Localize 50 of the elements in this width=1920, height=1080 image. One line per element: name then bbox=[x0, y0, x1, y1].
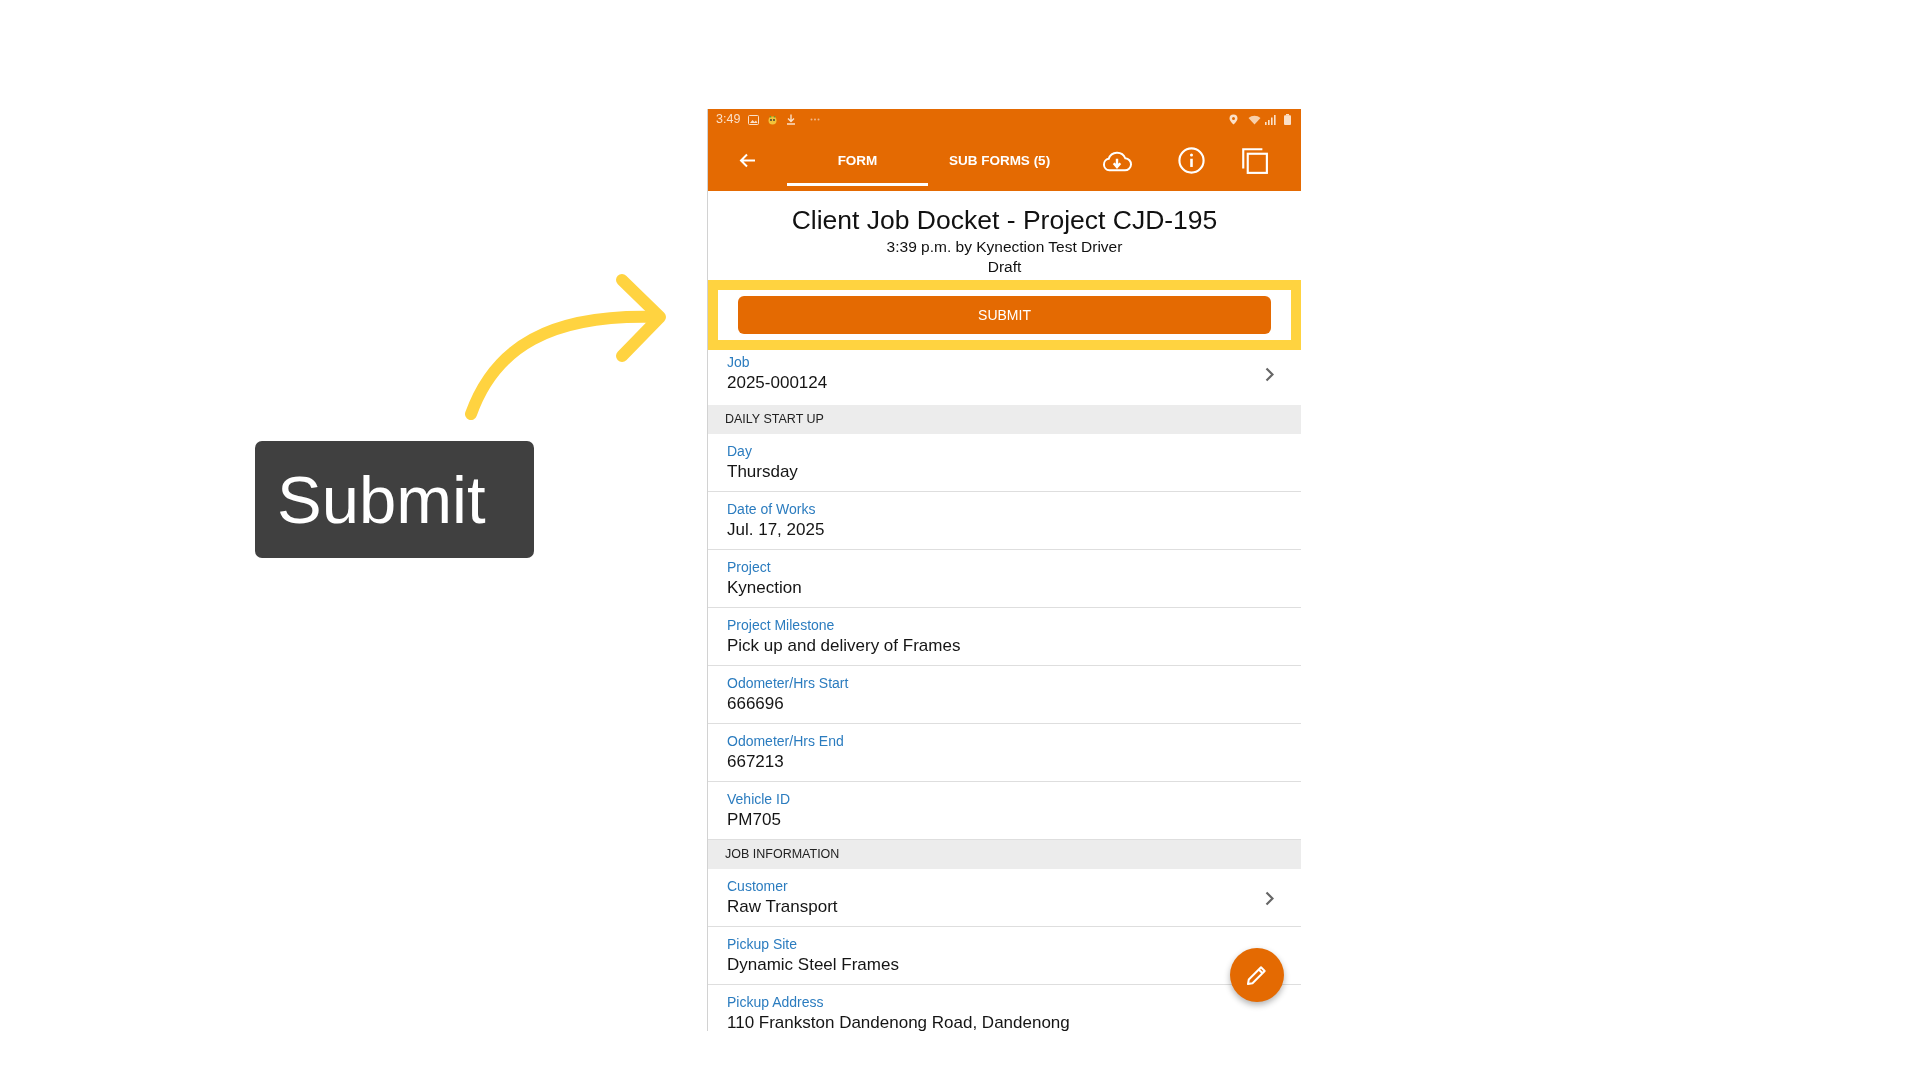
form-title: Client Job Docket - Project CJD-195 bbox=[790, 204, 1219, 237]
field-value: Pick up and delivery of Frames bbox=[727, 635, 961, 657]
location-pin-icon bbox=[1229, 114, 1238, 125]
edit-button[interactable] bbox=[1230, 948, 1284, 1002]
field-label: Project Milestone bbox=[727, 616, 835, 634]
field-label: Day bbox=[727, 442, 752, 460]
back-arrow-icon bbox=[739, 153, 756, 168]
field-value: Dynamic Steel Frames bbox=[727, 954, 899, 976]
callout-label: Submit bbox=[255, 441, 534, 558]
field-value: 666696 bbox=[727, 693, 784, 715]
field-value: Jul. 17, 2025 bbox=[727, 519, 825, 541]
image-icon bbox=[748, 114, 760, 125]
field-value: 110 Frankston Dandenong Road, Dandenong bbox=[727, 1012, 1070, 1031]
field-label: Customer bbox=[727, 877, 788, 895]
submit-button[interactable]: SUBMIT bbox=[738, 296, 1271, 334]
field-label: Pickup Site bbox=[727, 935, 798, 953]
more-icon bbox=[810, 118, 821, 121]
chevron-right-icon[interactable] bbox=[1265, 366, 1274, 382]
field-value: Thursday bbox=[727, 461, 798, 483]
download-icon bbox=[786, 114, 797, 125]
info-icon[interactable] bbox=[1177, 147, 1205, 174]
form-subtitle: 3:39 p.m. by Kynection Test Driver bbox=[885, 237, 1124, 257]
battery-icon bbox=[1284, 114, 1291, 125]
field-label: Project bbox=[727, 558, 771, 576]
field-label: Date of Works bbox=[727, 500, 816, 518]
signal-icon bbox=[1265, 114, 1276, 125]
field-row[interactable]: Job 2025-000124 bbox=[708, 350, 1301, 405]
tab[interactable]: SUB FORMS (5) bbox=[928, 130, 1071, 186]
field-label: Pickup Address bbox=[727, 993, 824, 1011]
field-label: Odometer/Hrs Start bbox=[727, 674, 849, 692]
copy-icon[interactable] bbox=[1240, 147, 1268, 174]
section-header: DAILY START UP bbox=[708, 405, 1301, 434]
field-value: PM705 bbox=[727, 809, 781, 831]
pencil-icon bbox=[1246, 964, 1268, 986]
field-value: Kynection bbox=[727, 577, 802, 599]
bug-icon bbox=[767, 114, 779, 125]
chevron-right-icon[interactable] bbox=[1265, 890, 1274, 906]
tab[interactable]: FORM bbox=[787, 130, 928, 186]
wifi-icon bbox=[1248, 114, 1261, 125]
section-header: JOB INFORMATION bbox=[708, 840, 1301, 869]
cloud-download-icon[interactable] bbox=[1101, 149, 1133, 172]
status-time: 3:49 bbox=[716, 111, 741, 129]
field-value: 667213 bbox=[727, 751, 784, 773]
field-row[interactable]: Customer Raw Transport bbox=[708, 869, 1301, 927]
field-value: Raw Transport bbox=[727, 896, 838, 918]
field-value: 2025-000124 bbox=[727, 372, 828, 394]
field-label: Vehicle ID bbox=[727, 790, 791, 808]
form-status: Draft bbox=[986, 257, 1023, 277]
field-label: Job bbox=[727, 353, 750, 371]
field-label: Odometer/Hrs End bbox=[727, 732, 844, 750]
